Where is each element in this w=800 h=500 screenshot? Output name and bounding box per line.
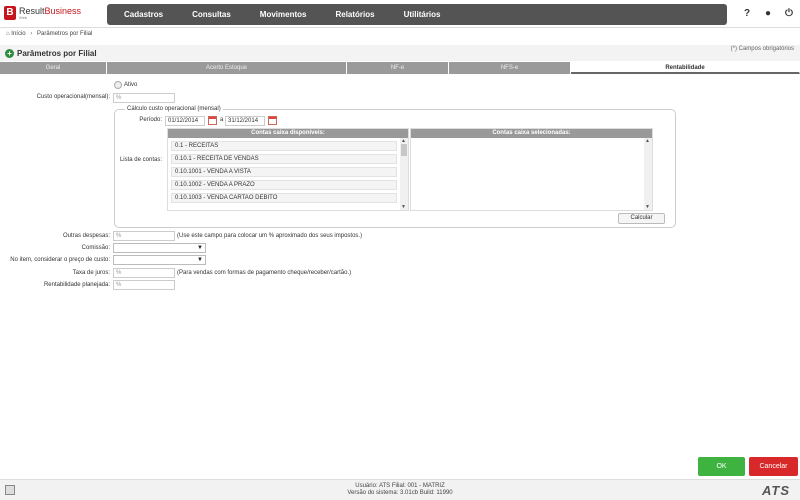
app-logo[interactable]: B ResultBusiness Web [4,6,81,20]
available-accounts-list[interactable]: Contas caixa disponíveis: 0.1 - RECEITAS… [167,128,409,211]
tab-nfse[interactable]: NFS-e [449,62,571,74]
top-bar: B ResultBusiness Web Cadastros Consultas… [0,0,800,28]
logo-mark-icon: B [4,6,16,20]
footer: Usuário: ATS Filial: 001 - MATRIZ Versão… [0,479,800,500]
periodo-to-input[interactable]: 31/12/2014 [225,116,265,126]
breadcrumb-home[interactable]: Início [11,31,25,37]
help-icon[interactable]: ? [742,8,752,20]
menu-consultas[interactable]: Consultas [192,10,231,19]
tab-nfe[interactable]: NF-e [347,62,449,74]
scroll-down-icon[interactable]: ▼ [645,204,650,210]
menu-utilitarios[interactable]: Utilitários [404,10,441,19]
custo-label: Custo operacional(mensal): [36,94,110,100]
list-item[interactable]: 0.10.1001 - VENDA A VISTA [171,167,397,177]
calendar-to-icon[interactable] [268,116,277,125]
ativo-label: Ativo [124,82,138,88]
selected-accounts-list[interactable]: Contas caixa selecionadas: ▲ ▼ [410,128,653,211]
preco-label: No item, considerar o preço de custo: [10,257,110,263]
tab-geral[interactable]: Geral [0,62,107,74]
custo-input[interactable]: % [113,93,175,103]
user-icon[interactable]: ● [763,8,773,20]
ativo-checkbox[interactable] [114,81,122,89]
ok-button[interactable]: OK [698,457,745,476]
scroll-down-icon[interactable]: ▼ [401,204,406,210]
juros-input[interactable]: % [113,268,175,278]
outras-label: Outras despesas: [62,233,110,239]
comissao-select[interactable]: ▼ [113,243,206,253]
cancel-button[interactable]: Cancelar [749,457,798,476]
calendar-from-icon[interactable] [208,116,217,125]
periodo-separator: a [220,117,224,123]
title-bar: + Parâmetros por Filial (*) Campos obrig… [0,45,800,61]
rentab-input[interactable]: % [113,280,175,290]
calcular-button[interactable]: Calcular [618,213,665,224]
brand-name-prefix: Result [19,5,45,16]
scroll-up-icon[interactable]: ▲ [645,138,650,144]
main-menu: Cadastros Consultas Movimentos Relatório… [107,4,727,25]
preco-select[interactable]: ▼ [113,255,206,265]
power-icon[interactable]: ⏻ [784,8,794,20]
home-icon[interactable]: ⌂ [6,31,10,37]
juros-hint: (Para vendas com formas de pagamento che… [177,270,352,276]
rentab-label: Rentabilidade planejada: [43,282,110,288]
expand-plus-icon[interactable]: + [5,49,14,58]
required-note: (*) Campos obrigatórios [730,46,794,52]
list-item[interactable]: 0.10.1002 - VENDA A PRAZO [171,180,397,190]
ats-logo: ATS [761,483,790,498]
footer-user-info: Usuário: ATS Filial: 001 - MATRIZ [355,483,445,489]
breadcrumb: ⌂ Início › Parâmetros por Filial [6,31,92,37]
available-header: Contas caixa disponíveis: [168,129,408,138]
scroll-thumb[interactable] [401,144,407,156]
brand-sub: Web [19,14,28,20]
fieldset-legend: Cálculo custo operacional (mensal) [125,106,223,112]
menu-relatorios[interactable]: Relatórios [335,10,374,19]
lista-label: Lista de contas: [119,157,162,163]
top-icons: ? ● ⏻ [731,8,794,20]
list-item[interactable]: 0.1 - RECEITAS [171,141,397,151]
list-item[interactable]: 0.10.1 - RECEITA DE VENDAS [171,154,397,164]
outras-hint: (Use este campo para colocar um % aproxi… [177,233,363,239]
available-scrollbar[interactable]: ▲ ▼ [400,138,408,210]
chevron-down-icon: ▼ [197,245,203,251]
breadcrumb-current: Parâmetros por Filial [36,31,93,37]
periodo-label: Período: [139,117,162,123]
footer-version-info: Versão do sistema: 3.01cb Build: 11990 [347,490,453,496]
outras-input[interactable]: % [113,231,175,241]
menu-movimentos[interactable]: Movimentos [260,10,307,19]
tab-rentabilidade[interactable]: Rentabilidade [571,62,800,74]
periodo-from-input[interactable]: 01/12/2014 [165,116,205,126]
chevron-down-icon: ▼ [197,257,203,263]
tab-bar: Geral Acerto Estoque NF-e NFS-e Rentabil… [0,62,800,74]
selected-header: Contas caixa selecionadas: [411,129,652,138]
comissao-label: Comissão: [81,245,110,251]
menu-cadastros[interactable]: Cadastros [124,10,163,19]
page-title: Parâmetros por Filial [17,49,97,58]
brand-name-suffix: Business [44,5,82,16]
juros-label: Taxa de juros: [72,270,110,276]
selected-scrollbar[interactable]: ▲ ▼ [644,138,652,210]
tab-acerto-estoque[interactable]: Acerto Estoque [107,62,347,74]
breadcrumb-separator-icon: › [30,31,33,37]
list-item[interactable]: 0.10.1003 - VENDA CARTAO DEBITO [171,193,397,203]
